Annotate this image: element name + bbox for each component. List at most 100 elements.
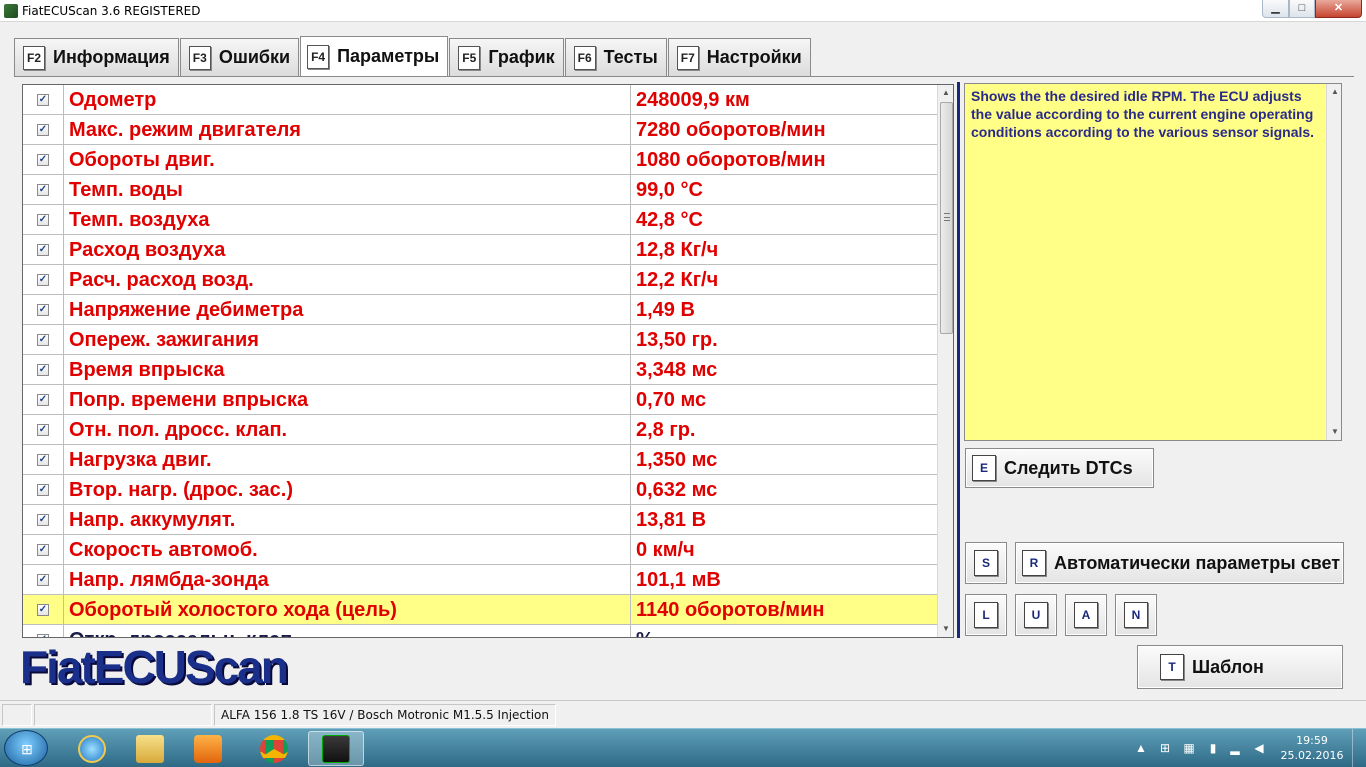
- table-row[interactable]: ✓ Откр. дроссельн. клап.%: [23, 624, 937, 637]
- row-checkbox[interactable]: ✓: [37, 153, 49, 166]
- taskbar-chrome[interactable]: [246, 731, 302, 766]
- checkbox-cell: ✓: [23, 624, 64, 637]
- table-row[interactable]: ✓ Напр. аккумулят. 13,81 В: [23, 504, 937, 535]
- l-key-icon: L: [974, 602, 998, 628]
- tab-tests[interactable]: F6 Тесты: [564, 38, 667, 76]
- checkbox-cell: ✓: [23, 474, 64, 505]
- scroll-down-icon[interactable]: ▼: [938, 621, 953, 637]
- volume-icon[interactable]: ◀: [1252, 741, 1266, 755]
- table-row[interactable]: ✓ Напряжение дебиметра 1,49 В: [23, 294, 937, 325]
- parameter-name: Темп. воды: [64, 174, 631, 205]
- row-checkbox[interactable]: ✓: [37, 333, 49, 346]
- status-segment-blank: [34, 704, 212, 726]
- table-row[interactable]: ✓ Расч. расход возд. 12,2 Кг/ч: [23, 264, 937, 295]
- table-row[interactable]: ✓ Темп. воды 99,0 °C: [23, 174, 937, 205]
- checkbox-cell: ✓: [23, 114, 64, 145]
- tab-label: Настройки: [706, 47, 802, 67]
- checkbox-cell: ✓: [23, 444, 64, 475]
- row-checkbox[interactable]: ✓: [37, 633, 49, 637]
- template-button[interactable]: T Шаблон: [1137, 645, 1343, 689]
- scroll-down-icon[interactable]: ▼: [1327, 424, 1343, 440]
- checkbox-cell: ✓: [23, 534, 64, 565]
- taskbar-media-player[interactable]: [180, 731, 236, 766]
- table-row[interactable]: ✓ Время впрыска 3,348 мс: [23, 354, 937, 385]
- window-title: FiatECUScan 3.6 REGISTERED: [22, 4, 201, 18]
- checkbox-cell: ✓: [23, 564, 64, 595]
- row-checkbox[interactable]: ✓: [37, 483, 49, 496]
- n-key-icon: N: [1124, 602, 1148, 628]
- row-checkbox[interactable]: ✓: [37, 393, 49, 406]
- parameters-scrollbar[interactable]: ▲ ▼: [937, 85, 953, 637]
- table-row[interactable]: ✓ Скорость автомоб. 0 км/ч: [23, 534, 937, 565]
- watch-dtc-button[interactable]: E Следить DTCs: [965, 448, 1154, 488]
- description-scrollbar[interactable]: ▲ ▼: [1326, 84, 1341, 440]
- table-row[interactable]: ✓ Расход воздуха 12,8 Кг/ч: [23, 234, 937, 265]
- row-checkbox[interactable]: ✓: [37, 363, 49, 376]
- windows-flag-icon[interactable]: ⊞: [1158, 741, 1172, 755]
- row-checkbox[interactable]: ✓: [37, 603, 49, 616]
- scroll-up-icon[interactable]: ▲: [1327, 84, 1343, 100]
- u-button[interactable]: U: [1015, 594, 1057, 636]
- row-checkbox[interactable]: ✓: [37, 243, 49, 256]
- tab-settings[interactable]: F7 Настройки: [667, 38, 811, 76]
- maximize-button[interactable]: □: [1289, 0, 1315, 18]
- tab-graph[interactable]: F5 График: [449, 38, 564, 76]
- tab-label: Ошибки: [218, 47, 291, 67]
- taskbar-file-explorer[interactable]: [122, 731, 178, 766]
- row-checkbox[interactable]: ✓: [37, 213, 49, 226]
- table-row[interactable]: ✓ Втор. нагр. (дрос. зас.) 0,632 мс: [23, 474, 937, 505]
- table-row[interactable]: ✓ Опереж. зажигания 13,50 гр.: [23, 324, 937, 355]
- row-checkbox[interactable]: ✓: [37, 543, 49, 556]
- row-checkbox[interactable]: ✓: [37, 93, 49, 106]
- parameter-value: 101,1 мВ: [636, 568, 721, 591]
- tab-info[interactable]: F2 Информация: [14, 38, 179, 76]
- chrome-icon: [260, 734, 288, 763]
- parameter-name: Расход воздуха: [64, 234, 631, 265]
- minimize-button[interactable]: ▁: [1262, 0, 1289, 18]
- parameter-name: Расч. расход возд.: [64, 264, 631, 295]
- parameter-value: 12,2 Кг/ч: [636, 268, 719, 291]
- parameter-value: 2,8 гр.: [636, 418, 696, 441]
- table-row[interactable]: ✓ Напр. лямбда-зонда 101,1 мВ: [23, 564, 937, 595]
- scroll-up-icon[interactable]: ▲: [938, 85, 953, 101]
- row-checkbox[interactable]: ✓: [37, 273, 49, 286]
- show-desktop-button[interactable]: [1352, 729, 1366, 767]
- parameter-name: Напр. лямбда-зонда: [64, 564, 631, 595]
- a-button[interactable]: A: [1065, 594, 1107, 636]
- table-row[interactable]: ✓ Отн. пол. дросс. клап. 2,8 гр.: [23, 414, 937, 445]
- s-button[interactable]: S: [965, 542, 1007, 584]
- row-checkbox[interactable]: ✓: [37, 423, 49, 436]
- taskbar-internet-explorer[interactable]: [64, 731, 120, 766]
- tab-errors[interactable]: F3 Ошибки: [179, 38, 300, 76]
- checkbox-cell: ✓: [23, 294, 64, 325]
- taskbar-fiatecuscan[interactable]: [308, 731, 364, 766]
- table-row[interactable]: ✓ Одометр 248009,9 км: [23, 85, 937, 115]
- table-row[interactable]: ✓ Макс. режим двигателя 7280 оборотов/мин: [23, 114, 937, 145]
- table-row[interactable]: ✓ Темп. воздуха 42,8 °C: [23, 204, 937, 235]
- close-button[interactable]: ✕: [1315, 0, 1362, 18]
- row-checkbox[interactable]: ✓: [37, 573, 49, 586]
- table-row[interactable]: ✓ Обороты двиг. 1080 оборотов/мин: [23, 144, 937, 175]
- row-checkbox[interactable]: ✓: [37, 123, 49, 136]
- table-row[interactable]: ✓ Оборотый холостого хода (цель) 1140 обор…: [23, 594, 937, 625]
- row-checkbox[interactable]: ✓: [37, 183, 49, 196]
- table-row[interactable]: ✓ Нагрузка двиг. 1,350 мс: [23, 444, 937, 475]
- pane-divider[interactable]: [957, 82, 960, 638]
- taskbar-clock[interactable]: 19:59 25.02.2016: [1280, 733, 1344, 763]
- battery-icon[interactable]: ▮: [1206, 741, 1220, 755]
- table-row[interactable]: ✓ Попр. времени впрыска 0,70 мс: [23, 384, 937, 415]
- network-icon[interactable]: ▦: [1182, 741, 1196, 755]
- auto-params-button[interactable]: R Автоматически параметры свет: [1015, 542, 1344, 584]
- n-button[interactable]: N: [1115, 594, 1157, 636]
- row-checkbox[interactable]: ✓: [37, 303, 49, 316]
- row-checkbox[interactable]: ✓: [37, 453, 49, 466]
- windows-start-button[interactable]: ⊞: [4, 730, 48, 766]
- windows-logo-icon: ⊞: [21, 741, 33, 757]
- tab-label: Параметры: [337, 46, 440, 66]
- tab-parameters[interactable]: F4 Параметры: [300, 36, 449, 76]
- row-checkbox[interactable]: ✓: [37, 513, 49, 526]
- signal-icon[interactable]: ▂: [1228, 741, 1242, 755]
- l-button[interactable]: L: [965, 594, 1007, 636]
- tray-up-arrow-icon[interactable]: ▲: [1134, 741, 1148, 755]
- scrollbar-thumb[interactable]: [940, 102, 953, 334]
